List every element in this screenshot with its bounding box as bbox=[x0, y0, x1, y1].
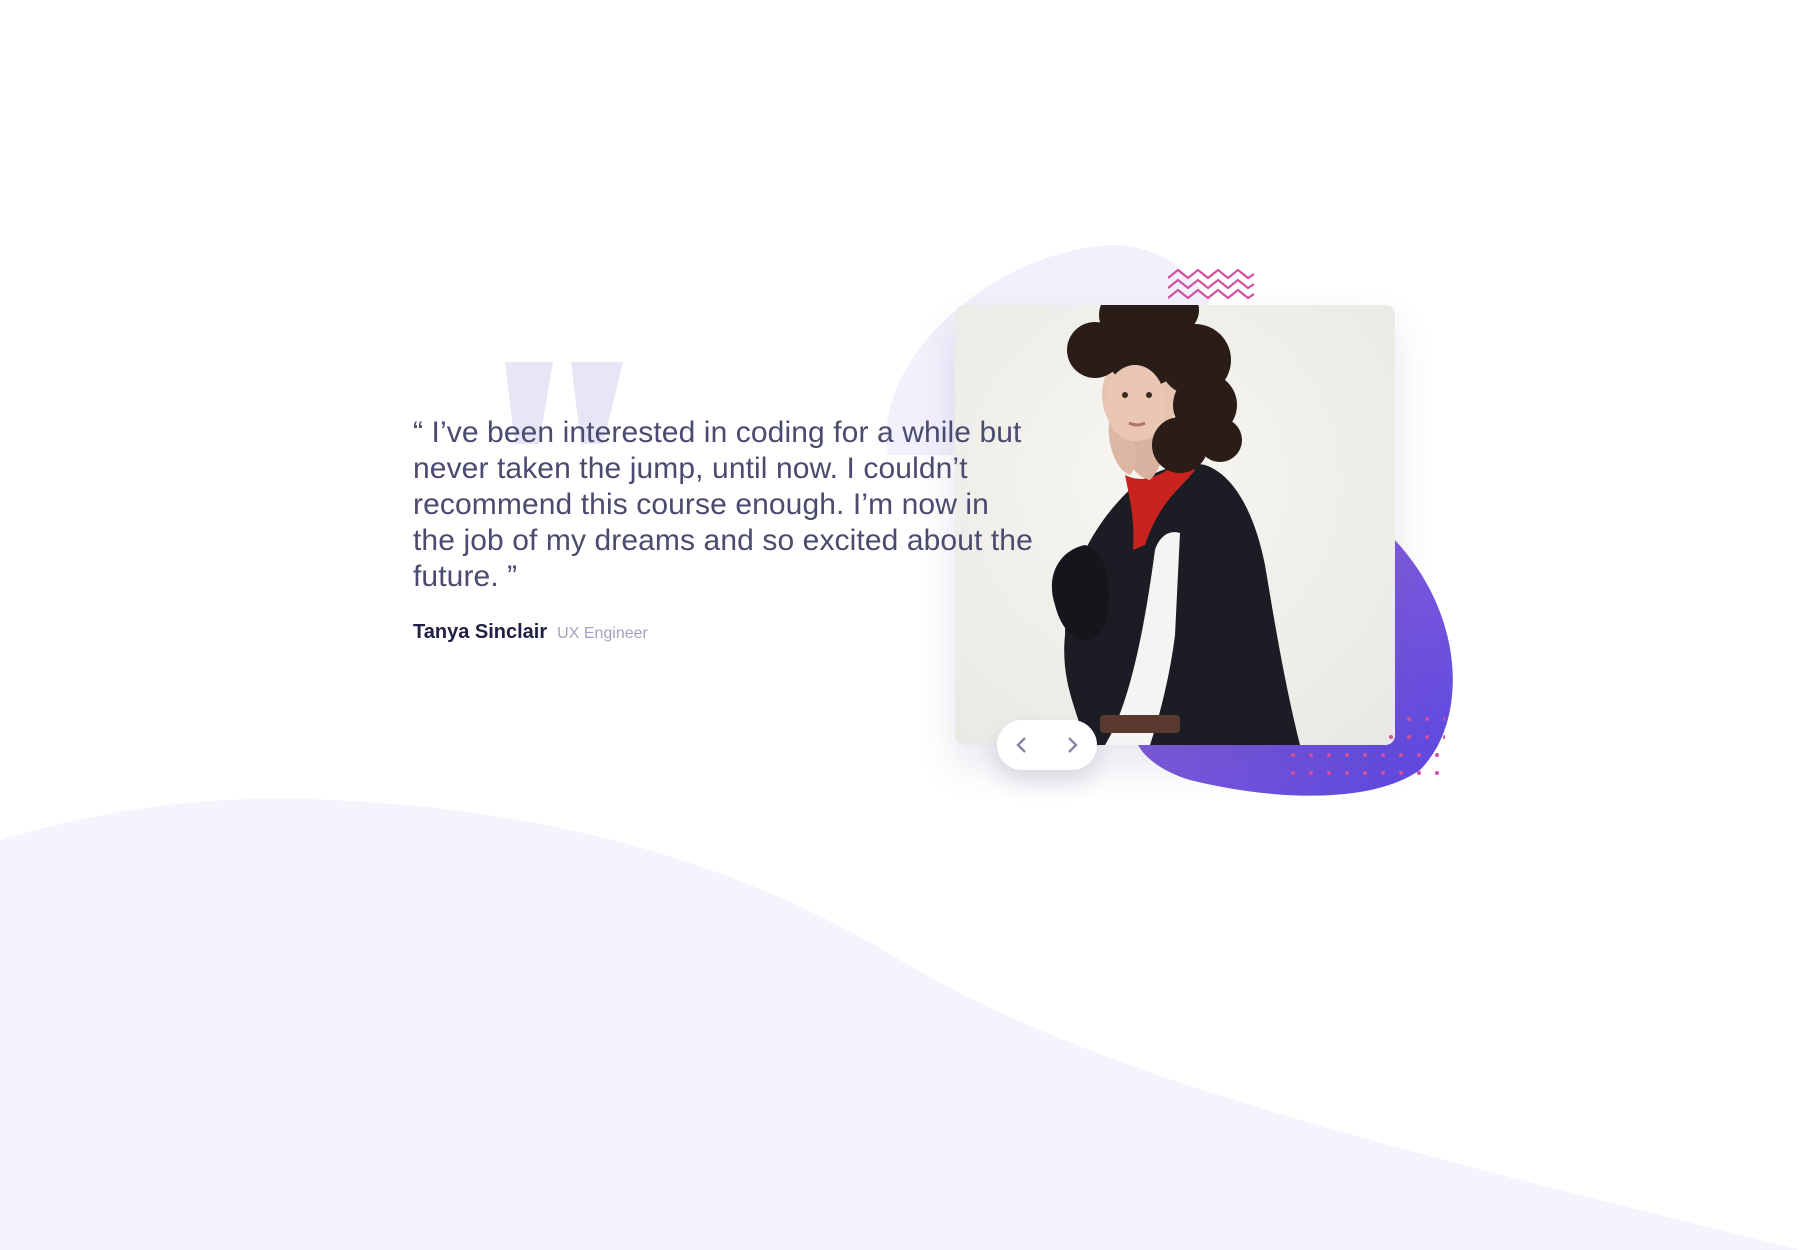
author-role: UX Engineer bbox=[557, 625, 648, 642]
author-line: Tanya Sinclair UX Engineer bbox=[413, 621, 1033, 644]
author-name: Tanya Sinclair bbox=[413, 621, 548, 643]
chevron-right-icon bbox=[1068, 737, 1078, 753]
previous-button[interactable] bbox=[1002, 725, 1042, 765]
testimonial-block: “ I’ve been interested in coding for a w… bbox=[413, 415, 1033, 644]
next-button[interactable] bbox=[1052, 725, 1092, 765]
zigzag-pattern-icon bbox=[1168, 268, 1254, 300]
dots-pattern-icon bbox=[1291, 717, 1445, 775]
chevron-left-icon bbox=[1016, 737, 1026, 753]
testimonial-navigation bbox=[997, 720, 1097, 770]
testimonial-quote: “ I’ve been interested in coding for a w… bbox=[413, 416, 1033, 593]
